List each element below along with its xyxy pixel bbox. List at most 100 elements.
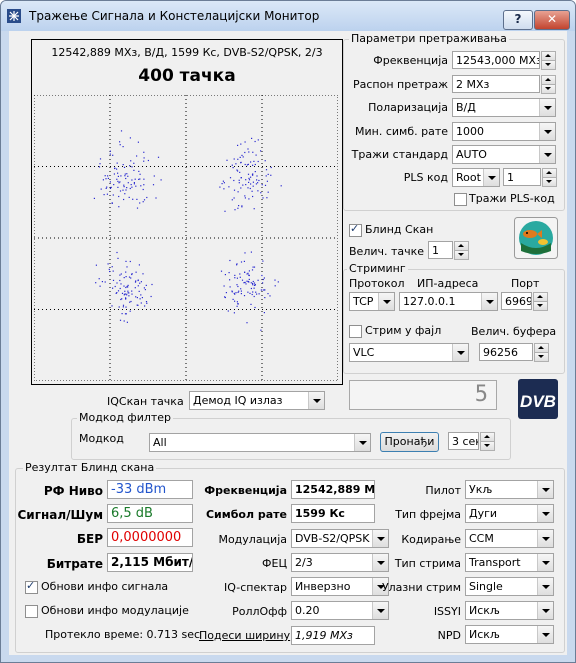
chevron-down-icon[interactable] <box>539 99 555 116</box>
help-button[interactable]: ? <box>503 10 533 30</box>
port-spinner[interactable] <box>533 292 548 311</box>
constellation-point <box>125 276 127 278</box>
time-spinner[interactable] <box>480 432 495 451</box>
freq-spinner[interactable] <box>541 51 556 70</box>
constellation-point <box>265 169 268 171</box>
modulation-select[interactable]: DVB-S2/QPSK <box>291 529 389 548</box>
fec-select[interactable]: 2/3 <box>291 553 389 572</box>
buffer-spinner[interactable] <box>534 343 549 362</box>
constellation-point <box>248 281 250 283</box>
constellation-point <box>126 187 128 189</box>
polarization-select[interactable]: В/Д <box>452 98 556 117</box>
point-size-input[interactable]: 1 <box>428 241 453 259</box>
chevron-down-icon[interactable] <box>537 505 553 522</box>
constellation-point <box>127 290 129 292</box>
chevron-down-icon[interactable] <box>537 578 553 595</box>
chevron-down-icon[interactable] <box>378 293 394 310</box>
refresh-mod-checkbox[interactable] <box>25 605 38 618</box>
protocol-select[interactable]: TCP <box>349 292 395 311</box>
chevron-down-icon[interactable] <box>308 392 324 409</box>
time-input[interactable]: 3 сек <box>448 432 479 450</box>
coding-select[interactable]: CCM <box>465 529 554 548</box>
blind-scan-checkbox[interactable] <box>349 222 362 237</box>
pls-mode-select[interactable]: Root <box>452 168 500 187</box>
constellation-point <box>128 276 131 278</box>
iq-spectrum-select[interactable]: Инверзно <box>291 577 389 596</box>
constellation-point <box>120 273 122 275</box>
rolloff-select[interactable]: 0.20 <box>291 601 389 620</box>
constellation-point <box>240 261 243 263</box>
buffer-size-input[interactable]: 96256 <box>479 343 533 361</box>
constellation-point <box>223 188 225 190</box>
chevron-down-icon[interactable] <box>372 554 388 571</box>
input-stream-select[interactable]: Single <box>465 577 554 596</box>
standard-select[interactable]: AUTO <box>452 145 556 164</box>
iq-spectrum-label: IQ-спектар <box>224 581 287 594</box>
frame-type-select[interactable]: Дуги <box>465 504 554 523</box>
constellation-point <box>246 322 248 324</box>
range-input[interactable]: 2 МХз <box>452 75 540 93</box>
range-spinner[interactable] <box>541 75 556 94</box>
pilot-select[interactable]: Укљ <box>465 480 554 499</box>
point-size-spinner[interactable] <box>454 241 469 260</box>
constellation-point <box>117 186 119 188</box>
constellation-point <box>233 179 235 182</box>
chevron-down-icon[interactable] <box>539 123 555 140</box>
chevron-down-icon[interactable] <box>452 344 468 361</box>
constellation-point <box>112 287 114 289</box>
pls-code-input[interactable]: 1 <box>503 168 541 186</box>
constellation-point <box>143 160 145 162</box>
npd-select[interactable]: Искљ <box>465 625 554 644</box>
chevron-down-icon[interactable] <box>354 434 370 451</box>
constellation-point <box>241 205 243 207</box>
player-select[interactable]: VLC <box>349 343 469 362</box>
constellation-point <box>234 300 236 302</box>
chevron-down-icon[interactable] <box>539 146 555 163</box>
constellation-point <box>237 303 239 305</box>
constellation-point <box>242 156 244 158</box>
chevron-down-icon[interactable] <box>537 554 553 571</box>
constellation-point <box>131 166 133 168</box>
constellation-point <box>95 264 97 266</box>
fish-logo-icon[interactable] <box>514 217 558 259</box>
freq-input[interactable]: 12543,000 МХз <box>452 51 540 69</box>
constellation-point <box>107 263 109 265</box>
constellation-point <box>104 281 106 283</box>
stream-type-select[interactable]: Transport <box>465 553 554 572</box>
find-button[interactable]: Пронађи <box>380 432 439 452</box>
constellation-point <box>127 284 129 286</box>
issyi-select[interactable]: Искљ <box>465 601 554 620</box>
constellation-point <box>248 151 250 153</box>
constellation-point <box>243 295 246 297</box>
chevron-down-icon[interactable] <box>483 169 499 186</box>
constellation-point <box>145 284 147 286</box>
set-width-link[interactable]: Подеси ширину <box>199 629 290 642</box>
title-bar[interactable]: Тражење Сигнала и Констелацијски Монитор… <box>1 1 575 31</box>
constellation-point <box>120 175 122 177</box>
refresh-signal-checkbox[interactable] <box>25 579 38 594</box>
iq-scan-select[interactable]: Демод IQ излаз <box>189 391 325 410</box>
ip-select[interactable]: 127.0.0.1 <box>399 292 498 311</box>
close-button[interactable]: ✕ <box>534 10 570 30</box>
chevron-down-icon[interactable] <box>481 293 497 310</box>
constellation-point <box>251 293 253 296</box>
pls-spinner[interactable] <box>542 168 557 187</box>
constellation-point <box>244 195 246 197</box>
chevron-down-icon[interactable] <box>372 602 388 619</box>
chevron-down-icon[interactable] <box>537 530 553 547</box>
port-input[interactable]: 6969 <box>501 292 532 310</box>
chevron-down-icon[interactable] <box>372 530 388 547</box>
constellation-point <box>157 156 160 158</box>
chevron-down-icon[interactable] <box>537 481 553 498</box>
constellation-point <box>245 283 247 285</box>
constellation-plot <box>34 95 338 381</box>
find-pls-checkbox[interactable] <box>454 193 467 206</box>
constellation-point <box>105 178 107 180</box>
npd-value: Искљ <box>469 628 500 641</box>
stream-to-file-checkbox[interactable] <box>349 325 362 338</box>
chevron-down-icon[interactable] <box>537 602 553 619</box>
chevron-down-icon[interactable] <box>537 626 553 643</box>
constellation-point <box>147 159 149 162</box>
modcod-select[interactable]: All <box>149 433 371 452</box>
min-symrate-select[interactable]: 1000 <box>452 122 556 141</box>
